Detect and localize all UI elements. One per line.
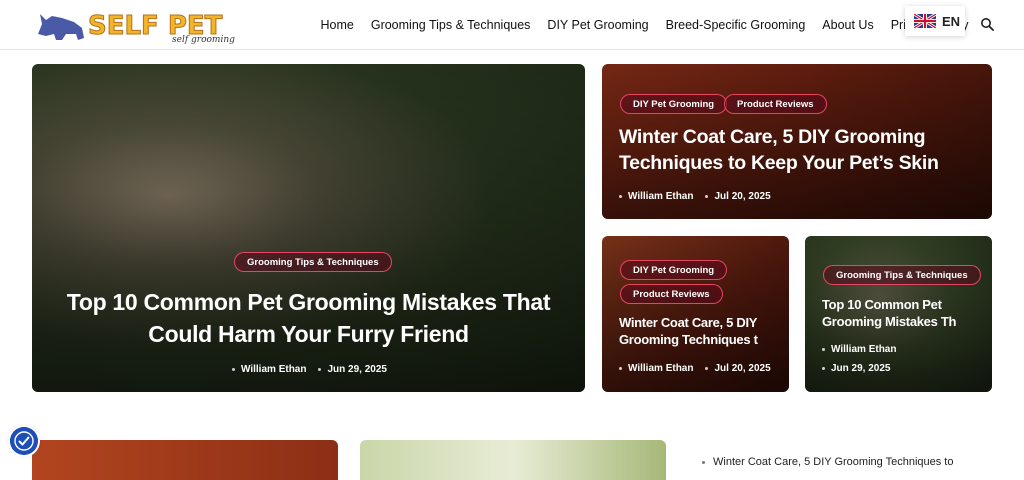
post-date: Jun 29, 2025 bbox=[327, 364, 387, 375]
post-category-tag[interactable]: DIY Pet Grooming bbox=[620, 94, 728, 114]
post-title[interactable]: Top 10 Common Pet Grooming Mistakes Th bbox=[822, 296, 956, 330]
post-author[interactable]: William Ethan bbox=[628, 191, 693, 202]
nav-diy-grooming[interactable]: DIY Pet Grooming bbox=[547, 18, 648, 32]
post-thumbnail[interactable] bbox=[360, 440, 666, 480]
site-logo[interactable]: SELF PET self grooming bbox=[32, 4, 256, 46]
post-meta: William Ethan Jul 20, 2025 bbox=[619, 191, 771, 202]
post-title[interactable]: Winter Coat Care, 5 DIY Grooming Techniq… bbox=[619, 124, 939, 176]
nav-home[interactable]: Home bbox=[321, 18, 354, 32]
post-meta-date: Jun 29, 2025 bbox=[822, 363, 890, 374]
featured-post-small-left[interactable]: DIY Pet Grooming Product Reviews Winter … bbox=[602, 236, 789, 392]
nav-grooming-tips[interactable]: Grooming Tips & Techniques bbox=[371, 18, 531, 32]
nav-about-us[interactable]: About Us bbox=[822, 18, 873, 32]
post-meta: William Ethan Jul 20, 2025 bbox=[619, 363, 771, 374]
post-category-tag[interactable]: Grooming Tips & Techniques bbox=[234, 252, 392, 272]
nav-breed-specific[interactable]: Breed-Specific Grooming bbox=[666, 18, 806, 32]
post-date: Jul 20, 2025 bbox=[714, 363, 771, 374]
post-date: Jul 20, 2025 bbox=[714, 191, 771, 202]
post-title[interactable]: Top 10 Common Pet Grooming Mistakes That… bbox=[32, 286, 585, 350]
featured-post-main[interactable]: Grooming Tips & Techniques Top 10 Common… bbox=[32, 64, 585, 392]
post-date: Jun 29, 2025 bbox=[831, 363, 891, 374]
featured-post-small-right[interactable]: Grooming Tips & Techniques Top 10 Common… bbox=[805, 236, 992, 392]
post-meta: William Ethan Jun 29, 2025 bbox=[232, 364, 387, 375]
accessibility-icon[interactable] bbox=[10, 427, 38, 455]
post-title[interactable]: Winter Coat Care, 5 DIY Grooming Techniq… bbox=[619, 314, 758, 348]
featured-post-top-right[interactable]: DIY Pet Grooming Product Reviews Winter … bbox=[602, 64, 992, 219]
post-category-tag[interactable]: Product Reviews bbox=[620, 284, 723, 304]
language-code: EN bbox=[942, 13, 961, 29]
dog-icon bbox=[38, 14, 84, 40]
site-header: SELF PET self grooming Home Grooming Tip… bbox=[0, 0, 1024, 50]
post-category-tag[interactable]: DIY Pet Grooming bbox=[620, 260, 728, 280]
language-switcher[interactable]: EN bbox=[905, 6, 965, 36]
post-thumbnail[interactable] bbox=[32, 440, 338, 480]
post-author[interactable]: William Ethan bbox=[628, 363, 693, 374]
post-author[interactable]: William Ethan bbox=[241, 364, 306, 375]
post-category-tag[interactable]: Grooming Tips & Techniques bbox=[823, 265, 981, 285]
sidebar-post-link[interactable]: Winter Coat Care, 5 DIY Grooming Techniq… bbox=[702, 456, 954, 468]
post-category-tag[interactable]: Product Reviews bbox=[724, 94, 827, 114]
search-icon[interactable] bbox=[980, 17, 994, 31]
post-author[interactable]: William Ethan bbox=[831, 344, 896, 355]
post-meta-author: William Ethan bbox=[822, 344, 896, 355]
uk-flag-icon bbox=[914, 14, 936, 28]
main-nav: Home Grooming Tips & Techniques DIY Pet … bbox=[312, 0, 977, 50]
logo-subtitle: self grooming bbox=[172, 35, 235, 45]
